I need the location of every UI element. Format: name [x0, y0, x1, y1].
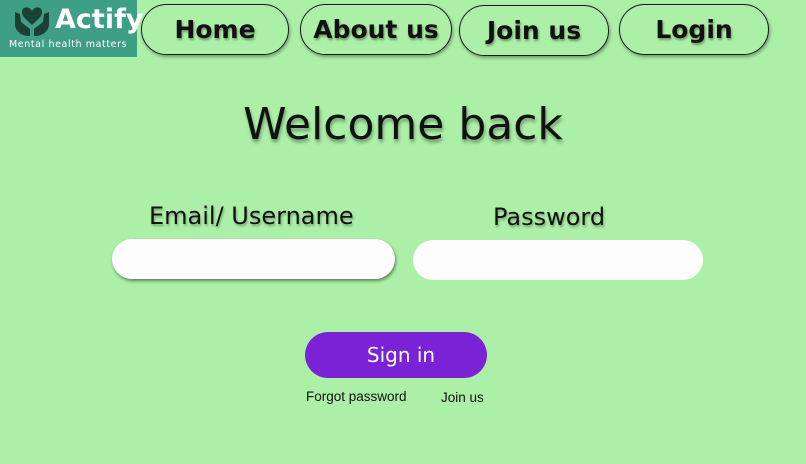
hands-heart-icon — [15, 7, 49, 36]
brand-name: Actify — [55, 4, 144, 35]
nav-login-button[interactable]: Login — [619, 4, 769, 55]
nav-home-button[interactable]: Home — [141, 4, 289, 55]
email-field[interactable] — [112, 239, 395, 279]
brand-logo[interactable]: Actify Mental health matters — [0, 0, 143, 57]
forgot-password-link[interactable]: Forgot password — [306, 389, 407, 404]
password-label: Password — [493, 203, 606, 231]
sign-in-button[interactable]: Sign in — [305, 332, 487, 378]
nav-join-button[interactable]: Join us — [459, 5, 609, 56]
brand-tagline: Mental health matters — [9, 39, 128, 50]
email-label: Email/ Username — [149, 202, 354, 230]
join-us-link[interactable]: Join us — [441, 390, 484, 405]
password-field[interactable] — [413, 240, 703, 280]
page-title: Welcome back — [243, 99, 563, 150]
nav-about-button[interactable]: About us — [300, 4, 452, 55]
